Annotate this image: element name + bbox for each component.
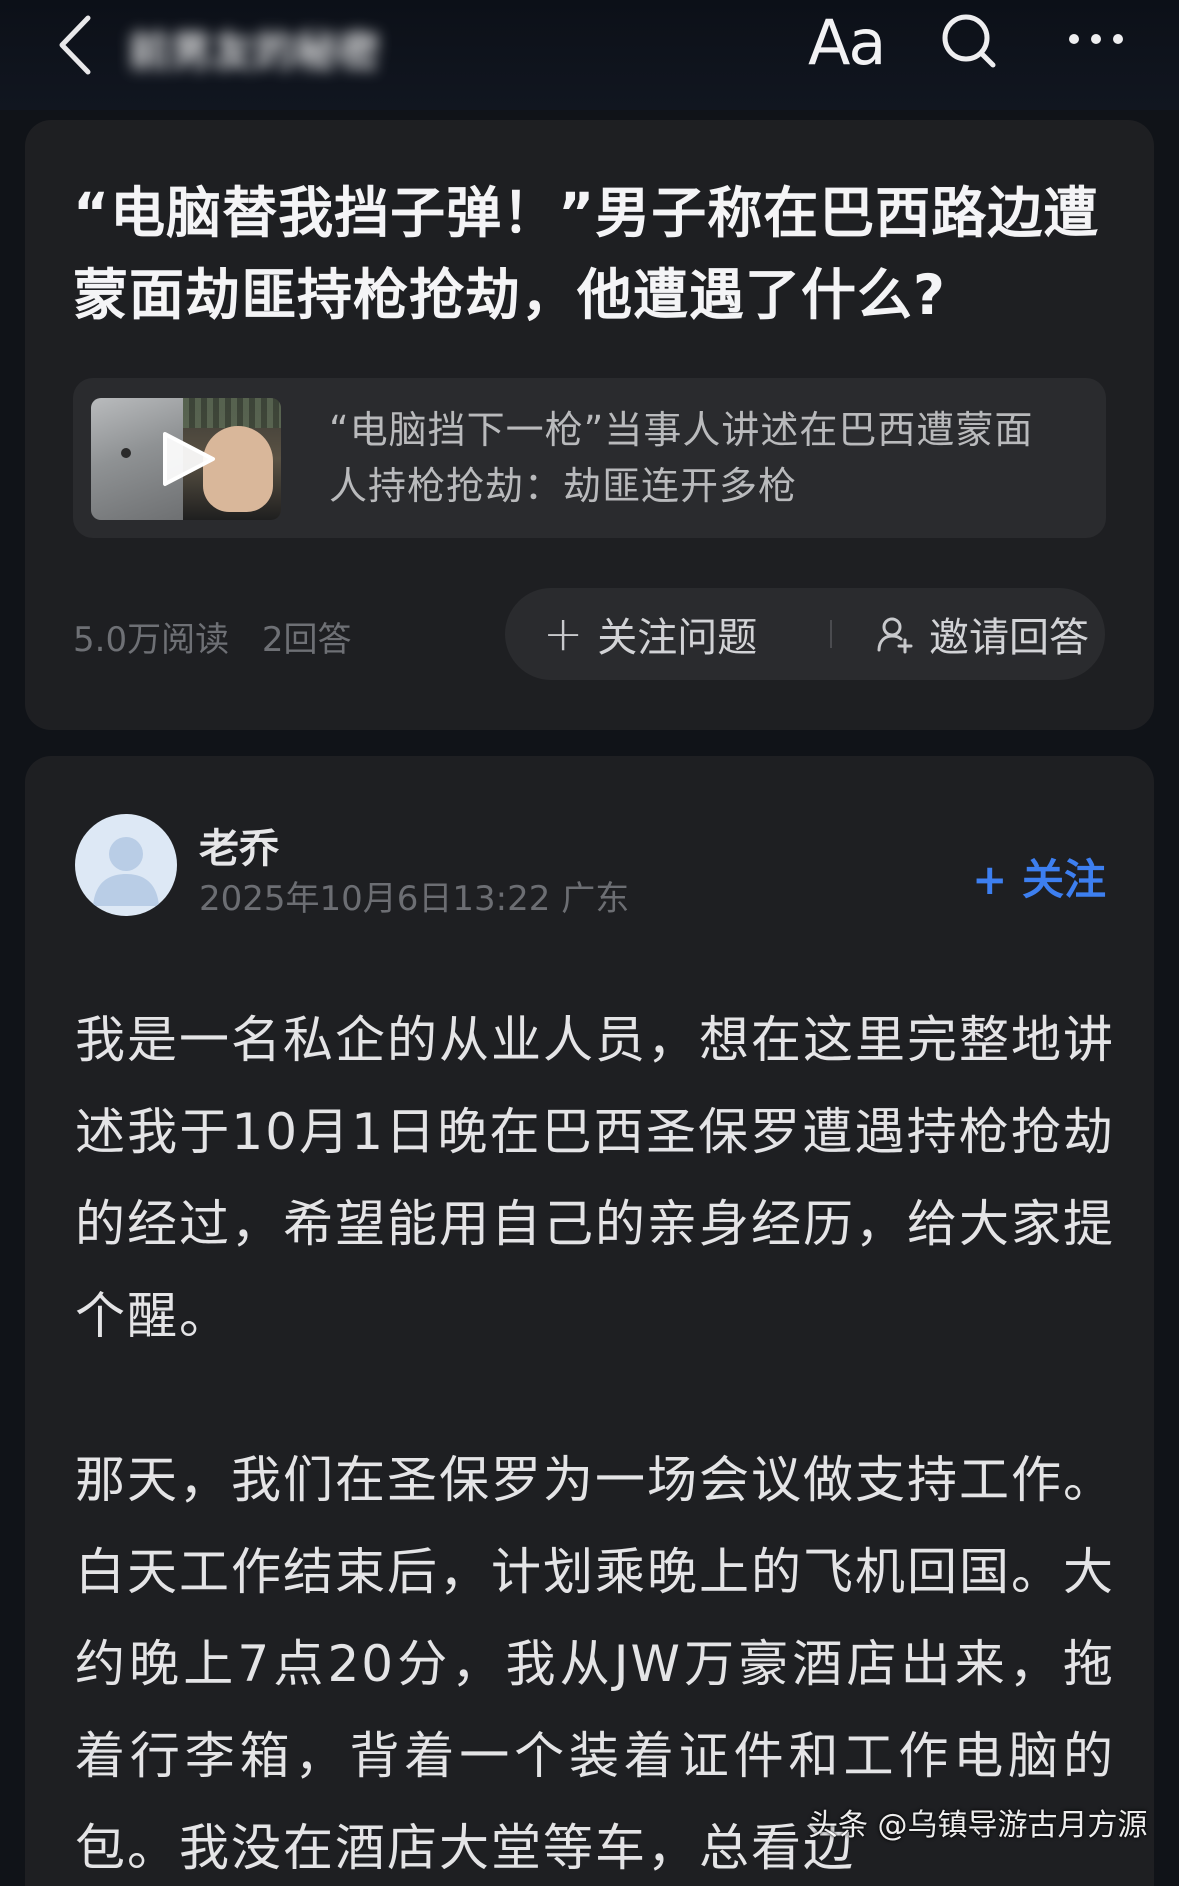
more-button[interactable] bbox=[1066, 14, 1126, 64]
font-size-button[interactable]: Aa bbox=[808, 8, 886, 78]
default-avatar-icon bbox=[93, 837, 159, 906]
question-card: “电脑替我挡子弹！”男子称在巴西路边遭蒙面劫匪持枪抢劫，他遭遇了什么? “电脑挡… bbox=[25, 120, 1154, 730]
invite-answer-label: 邀请回答 bbox=[929, 615, 1089, 661]
search-icon bbox=[942, 14, 996, 68]
question-title[interactable]: “电脑替我挡子弹！”男子称在巴西路边遭蒙面劫匪持枪抢劫，他遭遇了什么? bbox=[73, 172, 1113, 336]
author-name[interactable]: 老乔 bbox=[199, 816, 279, 874]
divider bbox=[830, 620, 832, 648]
more-icon bbox=[1069, 34, 1123, 44]
page-title: 前男友的秘密 bbox=[128, 27, 381, 76]
related-video-card[interactable]: “电脑挡下一枪”当事人讲述在巴西遭蒙面人持枪抢劫：劫匪连开多枪 bbox=[73, 378, 1106, 538]
avatar[interactable] bbox=[75, 814, 177, 916]
question-actions: + 关注问题 邀请回答 bbox=[505, 588, 1105, 680]
answer-meta: 2025年10月6日13:22 广东 bbox=[199, 879, 630, 919]
answer-count: 2回答 bbox=[261, 620, 352, 660]
related-video-title: “电脑挡下一枪”当事人讲述在巴西遭蒙面人持枪抢劫：劫匪连开多枪 bbox=[329, 408, 1034, 508]
top-bar: 前男友的秘密 Aa bbox=[0, 0, 1179, 110]
search-button[interactable] bbox=[938, 10, 1000, 72]
follow-question-button[interactable]: + 关注问题 bbox=[543, 588, 757, 680]
play-icon bbox=[163, 432, 215, 486]
chevron-left-icon bbox=[59, 15, 91, 75]
video-thumbnail bbox=[91, 398, 281, 520]
question-stats: 5.0万阅读 2回答 bbox=[73, 612, 352, 661]
follow-question-label: 关注问题 bbox=[597, 615, 758, 661]
follow-author-button[interactable]: + 关注 bbox=[972, 846, 1106, 907]
answer-card: 老乔 2025年10月6日13:22 广东 + 关注 我是一名私企的从业人员，想… bbox=[25, 756, 1154, 1886]
invite-user-icon bbox=[877, 617, 913, 654]
plus-icon: + bbox=[543, 606, 584, 662]
invite-answer-button[interactable]: 邀请回答 bbox=[875, 588, 1089, 680]
answer-body: 我是一名私企的从业人员，想在这里完整地讲述我于10月1日晚在巴西圣保罗遭遇持枪抢… bbox=[75, 994, 1115, 1886]
back-button[interactable] bbox=[52, 10, 102, 80]
answer-paragraph: 我是一名私企的从业人员，想在这里完整地讲述我于10月1日晚在巴西圣保罗遭遇持枪抢… bbox=[75, 1011, 1115, 1345]
view-count: 5.0万阅读 bbox=[73, 620, 230, 660]
source-watermark: 头条 @乌镇导游古月方源 bbox=[808, 1808, 1148, 1843]
